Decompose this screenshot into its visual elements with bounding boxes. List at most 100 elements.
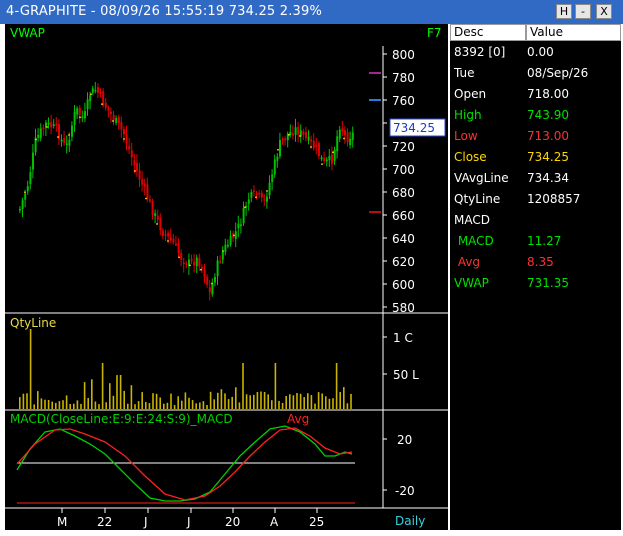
help-button[interactable]: H — [556, 4, 572, 19]
grid-row[interactable]: 8392 [0] 0.00 — [450, 43, 621, 64]
grid-row[interactable]: High 743.90 — [450, 106, 621, 127]
vwap-dot — [310, 146, 312, 148]
qty-bar — [159, 397, 161, 409]
candle-body — [273, 159, 276, 175]
grid-cell-desc: MACD — [454, 234, 494, 248]
qty-bar — [245, 394, 248, 409]
grid-row[interactable]: Avg 8.35 — [450, 253, 621, 274]
candle-body — [281, 138, 284, 141]
candle-body — [263, 199, 266, 201]
candle-body — [91, 88, 94, 93]
grid-header-value[interactable]: Value — [526, 24, 621, 41]
qty-bar — [181, 400, 183, 409]
x-tick: A — [270, 515, 279, 529]
qty-bar — [40, 398, 43, 409]
grid-cell-value: 8.35 — [527, 255, 554, 269]
qty-bar — [267, 394, 269, 409]
grid-cell-desc: Low — [454, 129, 478, 143]
qty-bar — [281, 403, 284, 409]
candle-body — [154, 213, 157, 216]
grid-cell-value: 734.34 — [527, 171, 569, 185]
candle-body — [312, 141, 315, 149]
grid-row[interactable]: Tue 08/Sep/26 — [450, 64, 621, 85]
chart-area[interactable]: 800 780 760 740 720 700 680 660 640 620 … — [5, 24, 448, 530]
candle-body — [351, 132, 354, 141]
chart-svg[interactable]: 800 780 760 740 720 700 680 660 640 620 … — [5, 24, 448, 530]
candle-body — [97, 87, 99, 93]
candle-body — [86, 99, 89, 109]
qty-bar — [116, 375, 118, 409]
vwap-dot — [299, 135, 301, 137]
candle-body — [159, 217, 162, 231]
vwap-dot — [200, 268, 202, 271]
candle-body — [94, 89, 97, 92]
qty-bar — [195, 403, 197, 409]
grid-cell-value: 1208857 — [527, 192, 581, 206]
grid-row[interactable]: Close 734.25 — [450, 148, 621, 169]
qty-bar — [242, 363, 244, 409]
candle-body — [305, 132, 307, 138]
candle-body — [276, 156, 279, 161]
qty-bar — [350, 393, 352, 409]
grid-cell-desc: Avg — [454, 255, 481, 269]
candle-body — [110, 111, 112, 114]
quote-grid: Desc Value 8392 [0] 0.00 Tue 08/Sep/26 Open 7… — [450, 24, 621, 530]
qty-bar — [253, 394, 255, 409]
candle-body — [198, 258, 201, 267]
candle-body — [104, 102, 107, 108]
vwap-dot — [189, 264, 191, 267]
candle-body — [211, 283, 214, 295]
grid-row[interactable]: MACD — [450, 211, 621, 232]
candle-body — [172, 238, 175, 243]
candle-body — [206, 276, 209, 285]
candle-body — [255, 193, 258, 196]
grid-row[interactable]: Low 713.00 — [450, 127, 621, 148]
grid-row[interactable]: VWAP 731.35 — [450, 274, 621, 295]
grid-cell-desc: VWAP — [454, 276, 489, 290]
candle-body — [164, 234, 167, 236]
qty-bar — [47, 400, 50, 409]
vwap-dot — [35, 138, 37, 141]
candle-body — [60, 139, 63, 142]
grid-row[interactable]: Open 718.00 — [450, 85, 621, 106]
candle-body — [346, 132, 349, 143]
candle-body — [52, 124, 55, 126]
candle-body — [297, 126, 300, 135]
close-button[interactable]: X — [596, 4, 612, 19]
candle-body — [307, 136, 310, 141]
vwap-dot — [321, 163, 323, 166]
candle-body — [203, 269, 206, 278]
qty-bar — [163, 403, 165, 409]
candle-body — [21, 200, 24, 209]
grid-cell-desc: Close — [454, 150, 487, 164]
interval-label[interactable]: Daily — [395, 514, 425, 528]
candle-body — [42, 127, 45, 129]
qty-bar — [332, 398, 334, 409]
qty-bar — [87, 398, 89, 409]
candle-body — [323, 157, 326, 162]
qty-bars — [19, 329, 352, 409]
grid-row[interactable]: VAvgLine 734.34 — [450, 169, 621, 190]
candle-body — [331, 154, 333, 164]
candle-body — [208, 287, 211, 293]
candle-body — [143, 183, 146, 187]
candle-body — [55, 123, 58, 126]
candle-body — [99, 91, 102, 94]
qty-bar — [76, 400, 79, 409]
vwap-dot — [101, 103, 103, 105]
grid-cell-desc: Open — [454, 87, 487, 101]
qty-tick: 1 C — [393, 331, 413, 345]
candle-body — [234, 231, 237, 239]
candle-body — [260, 192, 263, 198]
minimize-button[interactable]: - — [575, 4, 591, 19]
grid-header-desc[interactable]: Desc — [450, 24, 526, 41]
grid-cell-desc: Tue — [454, 66, 475, 80]
grid-row[interactable]: MACD 11.27 — [450, 232, 621, 253]
grid-cell-value: 713.00 — [527, 129, 569, 143]
candle-body — [32, 152, 34, 170]
candle-body — [240, 224, 242, 226]
grid-row[interactable]: QtyLine 1208857 — [450, 190, 621, 211]
candle-body — [221, 251, 224, 260]
x-tick: M — [57, 515, 67, 529]
price-axis: 800 780 760 740 720 700 680 660 640 620 … — [383, 48, 415, 315]
